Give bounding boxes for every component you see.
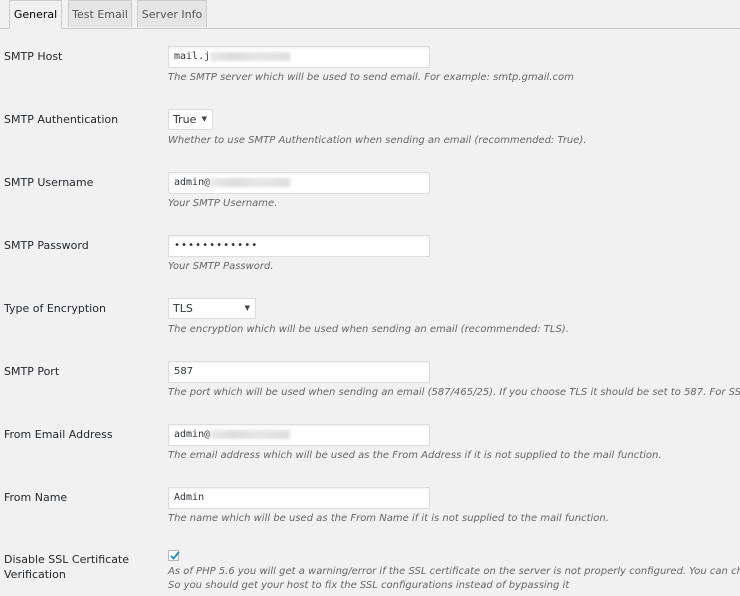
- smtp-auth-selected: True: [173, 113, 197, 126]
- tab-test-email[interactable]: Test Email: [68, 0, 132, 27]
- disable-ssl-description-line2: So you should get your host to fix the S…: [168, 580, 570, 591]
- settings-tabs: General Test Email Server Info: [0, 0, 740, 29]
- from-name-description: The name which will be used as the From …: [168, 513, 609, 524]
- smtp-host-value: mail.j: [174, 51, 211, 62]
- from-name-input[interactable]: Admin: [168, 487, 430, 509]
- smtp-host-description: The SMTP server which will be used to se…: [168, 72, 574, 83]
- smtp-password-value: ••••••••••••: [174, 240, 259, 251]
- disable-ssl-description-line1: As of PHP 5.6 you will get a warning/err…: [168, 566, 740, 577]
- smtp-username-label: SMTP Username: [4, 176, 94, 189]
- smtp-port-description: The port which will be used when sending…: [168, 387, 740, 398]
- from-email-value: admin@: [174, 429, 211, 440]
- encryption-selected: TLS: [173, 302, 193, 315]
- smtp-username-input[interactable]: admin@: [168, 172, 430, 194]
- tab-general[interactable]: General: [9, 0, 62, 29]
- disable-ssl-label-line2: Verification: [4, 568, 66, 581]
- dropdown-arrow-icon: ▼: [244, 304, 250, 312]
- encryption-description: The encryption which will be used when s…: [168, 324, 569, 335]
- smtp-auth-description: Whether to use SMTP Authentication when …: [168, 135, 587, 146]
- checkmark-icon: [170, 551, 180, 560]
- smtp-host-label: SMTP Host: [4, 50, 63, 63]
- from-email-label: From Email Address: [4, 428, 113, 441]
- disable-ssl-label-line1: Disable SSL Certificate: [4, 553, 130, 566]
- smtp-username-description: Your SMTP Username.: [168, 198, 278, 209]
- tab-server-info[interactable]: Server Info: [137, 0, 207, 27]
- from-email-description: The email address which will be used as …: [168, 450, 662, 461]
- encryption-label: Type of Encryption: [4, 302, 106, 315]
- disable-ssl-label: Disable SSL Certificate Verification: [4, 552, 154, 582]
- smtp-auth-select[interactable]: True ▼: [168, 109, 213, 130]
- dropdown-arrow-icon: ▼: [201, 115, 207, 123]
- disable-ssl-checkbox[interactable]: [168, 550, 180, 561]
- smtp-password-description: Your SMTP Password.: [168, 261, 274, 272]
- redacted-text: [210, 429, 291, 439]
- from-email-input[interactable]: admin@: [168, 424, 430, 446]
- smtp-host-input[interactable]: mail.j: [168, 46, 430, 68]
- redacted-text: [210, 51, 291, 61]
- smtp-auth-label: SMTP Authentication: [4, 113, 119, 126]
- smtp-port-value: 587: [174, 366, 194, 377]
- smtp-port-label: SMTP Port: [4, 365, 60, 378]
- smtp-port-input[interactable]: 587: [168, 361, 430, 383]
- from-name-value: Admin: [174, 492, 205, 503]
- from-name-label: From Name: [4, 491, 68, 504]
- smtp-password-input[interactable]: ••••••••••••: [168, 235, 430, 257]
- smtp-username-value: admin@: [174, 177, 211, 188]
- smtp-password-label: SMTP Password: [4, 239, 89, 252]
- redacted-text: [210, 177, 291, 187]
- encryption-select[interactable]: TLS ▼: [168, 298, 256, 319]
